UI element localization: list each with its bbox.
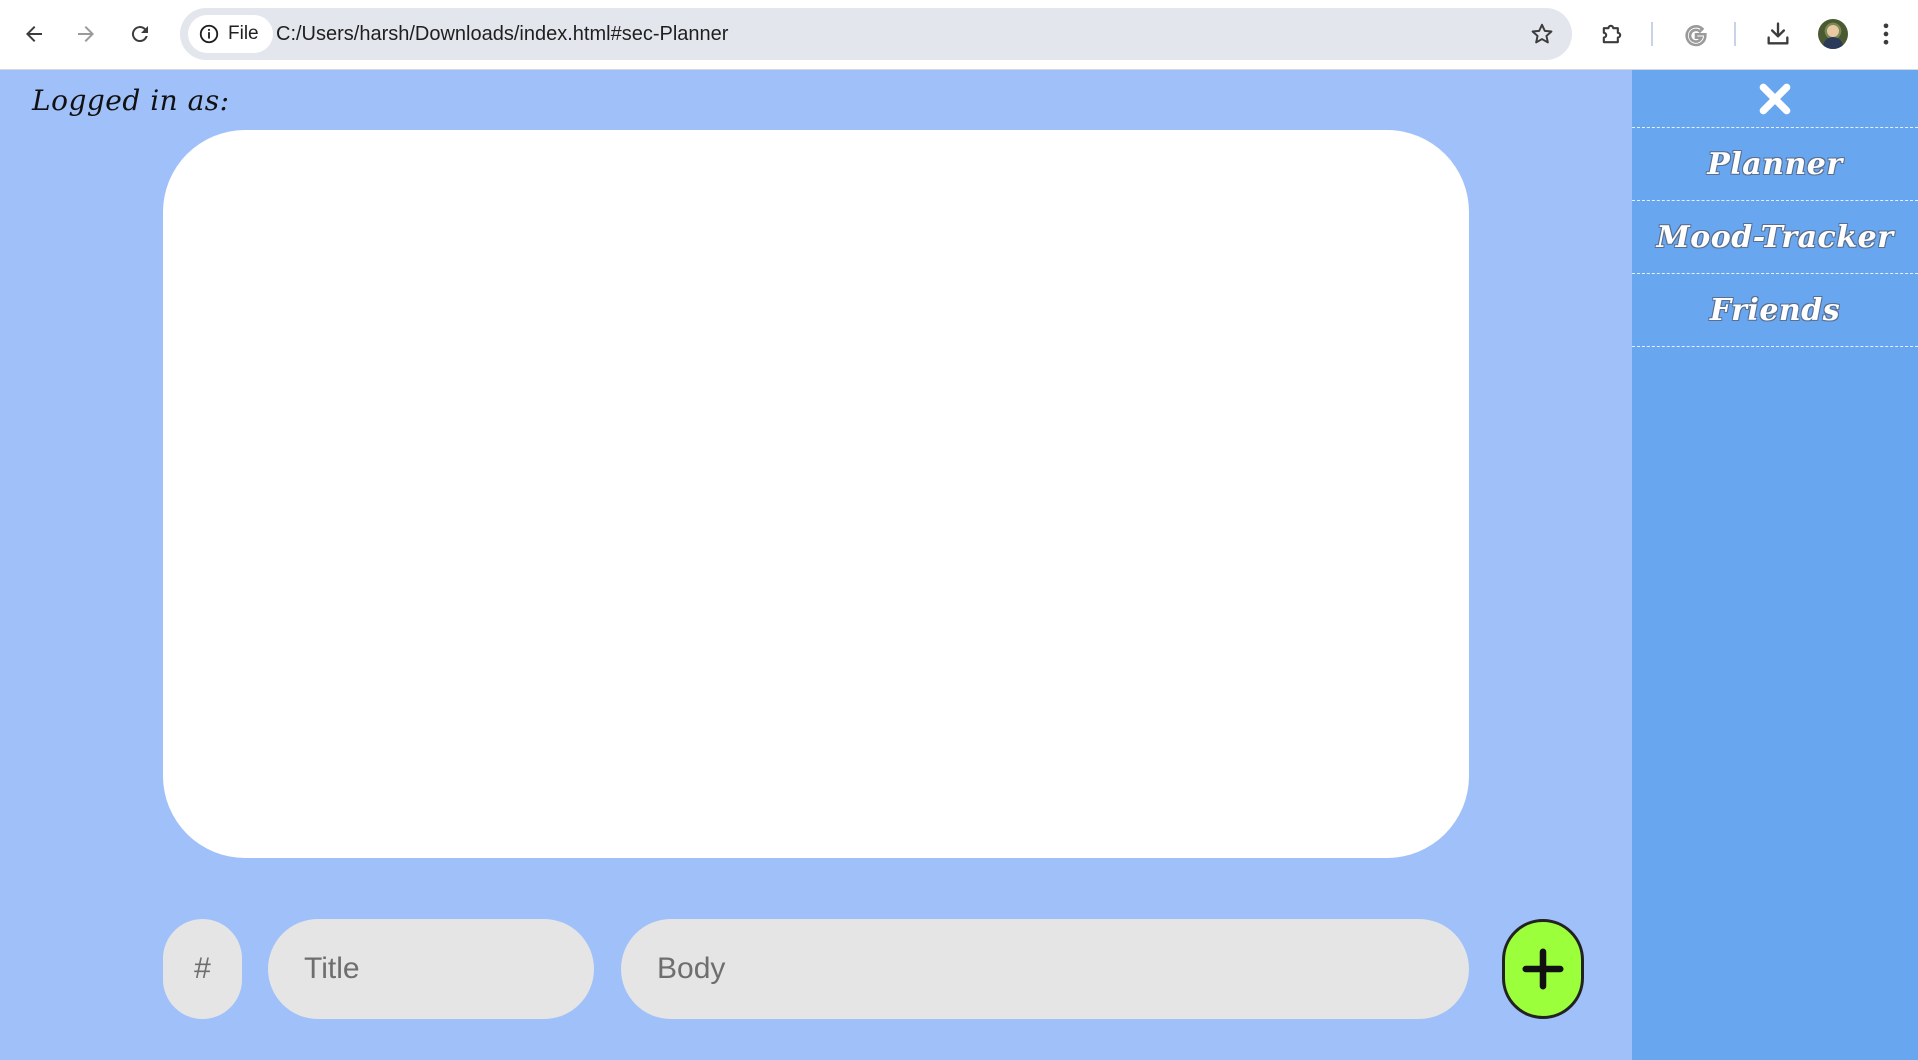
browser-menu-button[interactable]	[1866, 14, 1906, 54]
download-icon	[1767, 22, 1789, 45]
menu-item-friends[interactable]: Friends	[1632, 274, 1918, 347]
puzzle-icon	[1602, 24, 1622, 44]
menu-item-mood-tracker[interactable]: Mood-Tracker	[1632, 201, 1918, 274]
site-chip-label: File	[228, 23, 259, 44]
toolbar-divider	[1651, 22, 1653, 46]
kebab-menu-icon	[1883, 23, 1889, 45]
logged-in-label: Logged in as:	[32, 84, 230, 117]
browser-toolbar: File C:/Users/harsh/Downloads/index.html…	[0, 0, 1918, 70]
downloads-button[interactable]	[1758, 14, 1798, 54]
extensions-button[interactable]	[1592, 14, 1632, 54]
back-button[interactable]	[14, 14, 54, 54]
planner-board[interactable]	[163, 130, 1469, 858]
title-input[interactable]	[268, 919, 594, 1019]
url-text[interactable]: C:/Users/harsh/Downloads/index.html#sec-…	[276, 8, 728, 60]
info-icon	[199, 24, 219, 44]
menu-item-planner[interactable]: Planner	[1632, 128, 1918, 201]
site-info-chip[interactable]: File	[188, 15, 273, 53]
bookmark-button[interactable]	[1526, 18, 1558, 50]
body-input[interactable]	[621, 919, 1469, 1019]
arrow-right-icon	[78, 26, 94, 42]
hash-input[interactable]	[163, 919, 242, 1019]
star-icon	[1531, 23, 1553, 44]
add-note-button[interactable]	[1502, 919, 1584, 1019]
close-menu-button[interactable]	[1632, 70, 1918, 128]
toolbar-divider	[1734, 22, 1736, 46]
reload-icon	[131, 26, 148, 43]
planner-section: Logged in as: Planner Mood-Tracker Frien…	[0, 70, 1918, 1060]
forward-button[interactable]	[66, 14, 106, 54]
reload-button[interactable]	[120, 14, 160, 54]
google-g-icon	[1685, 25, 1707, 47]
address-bar[interactable]: File C:/Users/harsh/Downloads/index.html…	[180, 8, 1572, 60]
google-button[interactable]	[1676, 14, 1716, 54]
side-menu: Planner Mood-Tracker Friends	[1632, 70, 1918, 1060]
arrow-left-icon	[26, 26, 42, 42]
plus-icon	[1522, 948, 1564, 990]
profile-avatar[interactable]	[1818, 19, 1848, 49]
close-x-icon	[1759, 83, 1791, 114]
